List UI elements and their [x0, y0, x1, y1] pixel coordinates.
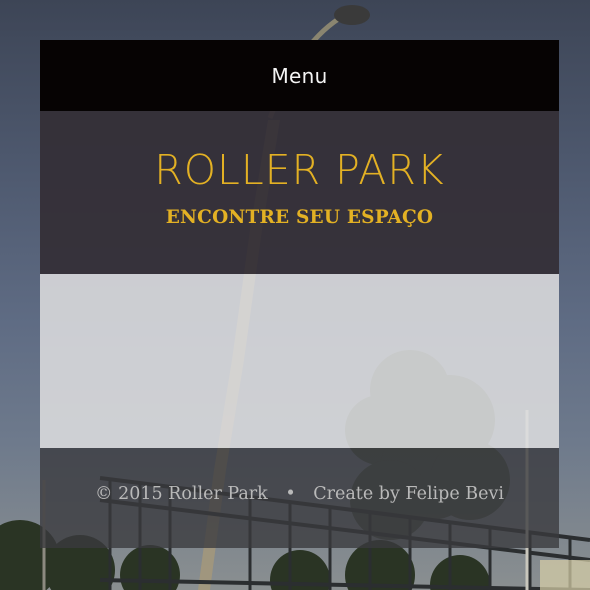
footer-separator: •: [285, 484, 296, 504]
site-footer: © 2015 Roller Park • Create by Felipe Be…: [40, 448, 559, 548]
menu-bar[interactable]: Menu: [40, 40, 559, 111]
footer-credit: Create by Felipe Bevi: [313, 484, 504, 504]
site-title[interactable]: ROLLER PARK: [40, 147, 559, 193]
content-area: [40, 274, 559, 448]
footer-copyright: © 2015 Roller Park: [95, 484, 268, 504]
menu-toggle-button[interactable]: Menu: [271, 64, 327, 88]
site-panel: Menu ROLLER PARK ENCONTRE SEU ESPAÇO © 2…: [40, 40, 559, 548]
site-tagline: ENCONTRE SEU ESPAÇO: [165, 207, 434, 228]
site-header: ROLLER PARK ENCONTRE SEU ESPAÇO: [40, 111, 559, 274]
